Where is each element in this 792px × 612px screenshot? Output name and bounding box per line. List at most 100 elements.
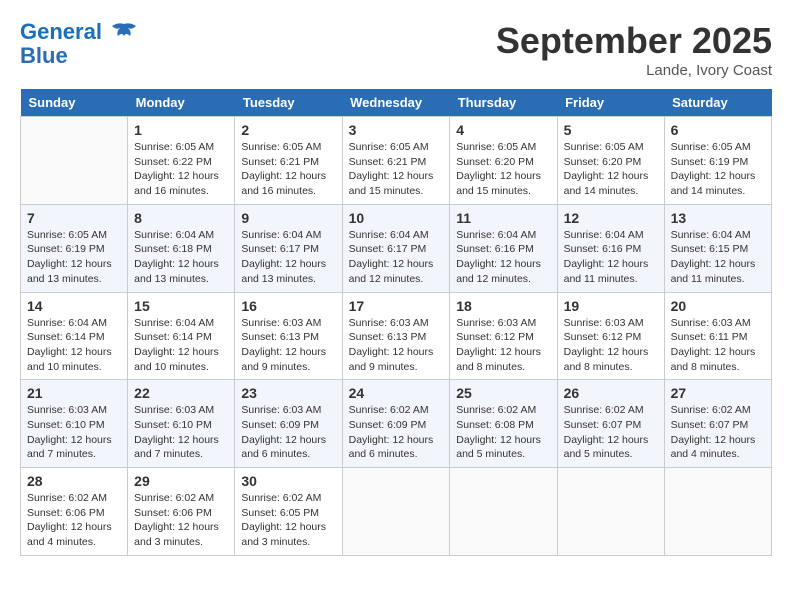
sunset-label: Sunset: 6:21 PM [349, 156, 427, 168]
logo-general: General [20, 19, 102, 44]
daylight-label: Daylight: 12 hours and 9 minutes. [241, 346, 326, 373]
calendar-cell: 7 Sunrise: 6:05 AM Sunset: 6:19 PM Dayli… [21, 204, 128, 292]
sunset-label: Sunset: 6:19 PM [671, 156, 749, 168]
sunrise-label: Sunrise: 6:05 AM [456, 141, 536, 153]
sunset-label: Sunset: 6:20 PM [456, 156, 534, 168]
calendar-table: SundayMondayTuesdayWednesdayThursdayFrid… [20, 89, 772, 556]
day-info: Sunrise: 6:03 AM Sunset: 6:09 PM Dayligh… [241, 403, 335, 462]
day-number: 26 [564, 385, 658, 401]
day-number: 4 [456, 122, 550, 138]
day-info: Sunrise: 6:04 AM Sunset: 6:16 PM Dayligh… [564, 228, 658, 287]
day-number: 10 [349, 210, 444, 226]
day-info: Sunrise: 6:02 AM Sunset: 6:07 PM Dayligh… [671, 403, 765, 462]
column-header-tuesday: Tuesday [235, 89, 342, 117]
logo-blue: Blue [20, 43, 68, 68]
sunset-label: Sunset: 6:10 PM [27, 419, 105, 431]
day-number: 2 [241, 122, 335, 138]
daylight-label: Daylight: 12 hours and 13 minutes. [241, 258, 326, 285]
calendar-cell: 30 Sunrise: 6:02 AM Sunset: 6:05 PM Dayl… [235, 468, 342, 556]
day-number: 25 [456, 385, 550, 401]
sunset-label: Sunset: 6:09 PM [349, 419, 427, 431]
title-area: September 2025 Lande, Ivory Coast [496, 20, 772, 79]
daylight-label: Daylight: 12 hours and 15 minutes. [349, 170, 434, 197]
calendar-cell: 28 Sunrise: 6:02 AM Sunset: 6:06 PM Dayl… [21, 468, 128, 556]
daylight-label: Daylight: 12 hours and 8 minutes. [456, 346, 541, 373]
sunset-label: Sunset: 6:14 PM [134, 331, 212, 343]
daylight-label: Daylight: 12 hours and 13 minutes. [134, 258, 219, 285]
sunset-label: Sunset: 6:14 PM [27, 331, 105, 343]
sunset-label: Sunset: 6:06 PM [134, 507, 212, 519]
daylight-label: Daylight: 12 hours and 8 minutes. [671, 346, 756, 373]
calendar-cell: 18 Sunrise: 6:03 AM Sunset: 6:12 PM Dayl… [450, 292, 557, 380]
calendar-cell: 24 Sunrise: 6:02 AM Sunset: 6:09 PM Dayl… [342, 380, 450, 468]
sunrise-label: Sunrise: 6:02 AM [564, 404, 644, 416]
day-info: Sunrise: 6:05 AM Sunset: 6:21 PM Dayligh… [349, 140, 444, 199]
day-info: Sunrise: 6:04 AM Sunset: 6:17 PM Dayligh… [241, 228, 335, 287]
day-info: Sunrise: 6:05 AM Sunset: 6:19 PM Dayligh… [671, 140, 765, 199]
day-number: 8 [134, 210, 228, 226]
calendar-cell: 1 Sunrise: 6:05 AM Sunset: 6:22 PM Dayli… [128, 117, 235, 205]
sunrise-label: Sunrise: 6:05 AM [671, 141, 751, 153]
calendar-cell: 11 Sunrise: 6:04 AM Sunset: 6:16 PM Dayl… [450, 204, 557, 292]
calendar-week-row: 14 Sunrise: 6:04 AM Sunset: 6:14 PM Dayl… [21, 292, 772, 380]
calendar-cell [557, 468, 664, 556]
day-info: Sunrise: 6:05 AM Sunset: 6:20 PM Dayligh… [456, 140, 550, 199]
day-info: Sunrise: 6:03 AM Sunset: 6:11 PM Dayligh… [671, 316, 765, 375]
column-header-sunday: Sunday [21, 89, 128, 117]
calendar-cell: 21 Sunrise: 6:03 AM Sunset: 6:10 PM Dayl… [21, 380, 128, 468]
day-info: Sunrise: 6:02 AM Sunset: 6:09 PM Dayligh… [349, 403, 444, 462]
sunset-label: Sunset: 6:07 PM [671, 419, 749, 431]
day-info: Sunrise: 6:02 AM Sunset: 6:06 PM Dayligh… [27, 491, 121, 550]
calendar-week-row: 1 Sunrise: 6:05 AM Sunset: 6:22 PM Dayli… [21, 117, 772, 205]
daylight-label: Daylight: 12 hours and 5 minutes. [564, 434, 649, 461]
daylight-label: Daylight: 12 hours and 10 minutes. [27, 346, 112, 373]
day-number: 21 [27, 385, 121, 401]
calendar-week-row: 21 Sunrise: 6:03 AM Sunset: 6:10 PM Dayl… [21, 380, 772, 468]
day-number: 22 [134, 385, 228, 401]
location-subtitle: Lande, Ivory Coast [496, 62, 772, 79]
sunset-label: Sunset: 6:17 PM [241, 243, 319, 255]
daylight-label: Daylight: 12 hours and 4 minutes. [27, 521, 112, 548]
sunrise-label: Sunrise: 6:02 AM [241, 492, 321, 504]
sunrise-label: Sunrise: 6:02 AM [134, 492, 214, 504]
daylight-label: Daylight: 12 hours and 3 minutes. [134, 521, 219, 548]
day-number: 9 [241, 210, 335, 226]
day-info: Sunrise: 6:03 AM Sunset: 6:12 PM Dayligh… [564, 316, 658, 375]
daylight-label: Daylight: 12 hours and 14 minutes. [564, 170, 649, 197]
calendar-cell: 4 Sunrise: 6:05 AM Sunset: 6:20 PM Dayli… [450, 117, 557, 205]
column-header-wednesday: Wednesday [342, 89, 450, 117]
sunset-label: Sunset: 6:11 PM [671, 331, 748, 343]
calendar-cell: 5 Sunrise: 6:05 AM Sunset: 6:20 PM Dayli… [557, 117, 664, 205]
daylight-label: Daylight: 12 hours and 14 minutes. [671, 170, 756, 197]
day-info: Sunrise: 6:05 AM Sunset: 6:22 PM Dayligh… [134, 140, 228, 199]
day-info: Sunrise: 6:03 AM Sunset: 6:10 PM Dayligh… [134, 403, 228, 462]
calendar-cell: 17 Sunrise: 6:03 AM Sunset: 6:13 PM Dayl… [342, 292, 450, 380]
sunrise-label: Sunrise: 6:05 AM [134, 141, 214, 153]
daylight-label: Daylight: 12 hours and 3 minutes. [241, 521, 326, 548]
calendar-cell: 26 Sunrise: 6:02 AM Sunset: 6:07 PM Dayl… [557, 380, 664, 468]
sunset-label: Sunset: 6:05 PM [241, 507, 319, 519]
day-number: 28 [27, 473, 121, 489]
day-info: Sunrise: 6:02 AM Sunset: 6:06 PM Dayligh… [134, 491, 228, 550]
sunrise-label: Sunrise: 6:02 AM [27, 492, 107, 504]
daylight-label: Daylight: 12 hours and 7 minutes. [27, 434, 112, 461]
daylight-label: Daylight: 12 hours and 7 minutes. [134, 434, 219, 461]
calendar-week-row: 28 Sunrise: 6:02 AM Sunset: 6:06 PM Dayl… [21, 468, 772, 556]
daylight-label: Daylight: 12 hours and 4 minutes. [671, 434, 756, 461]
day-number: 27 [671, 385, 765, 401]
day-info: Sunrise: 6:03 AM Sunset: 6:13 PM Dayligh… [349, 316, 444, 375]
calendar-cell: 9 Sunrise: 6:04 AM Sunset: 6:17 PM Dayli… [235, 204, 342, 292]
logo-text: General Blue [20, 20, 138, 68]
daylight-label: Daylight: 12 hours and 13 minutes. [27, 258, 112, 285]
sunset-label: Sunset: 6:21 PM [241, 156, 319, 168]
day-number: 3 [349, 122, 444, 138]
sunrise-label: Sunrise: 6:05 AM [27, 229, 107, 241]
calendar-cell: 29 Sunrise: 6:02 AM Sunset: 6:06 PM Dayl… [128, 468, 235, 556]
column-header-saturday: Saturday [664, 89, 771, 117]
day-number: 19 [564, 298, 658, 314]
sunset-label: Sunset: 6:08 PM [456, 419, 534, 431]
day-number: 18 [456, 298, 550, 314]
daylight-label: Daylight: 12 hours and 16 minutes. [134, 170, 219, 197]
sunset-label: Sunset: 6:20 PM [564, 156, 642, 168]
day-info: Sunrise: 6:04 AM Sunset: 6:16 PM Dayligh… [456, 228, 550, 287]
